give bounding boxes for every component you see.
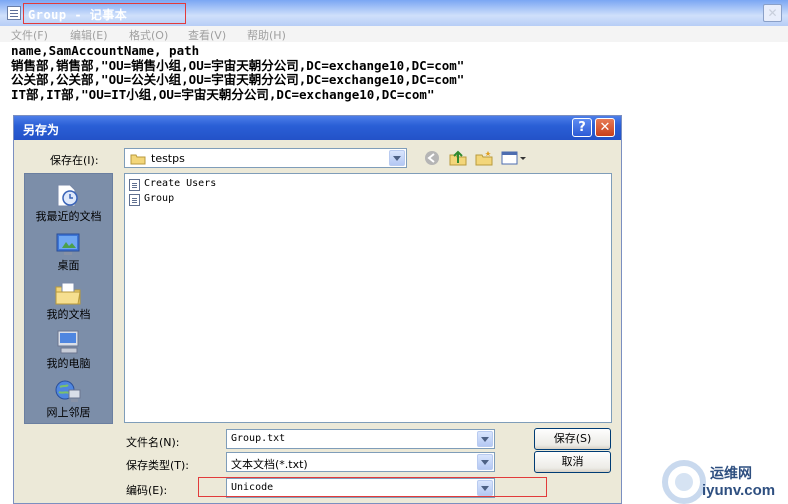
notepad-text-area[interactable]: name,SamAccountName, path 销售部,销售部,"OU=销售小… <box>11 43 465 102</box>
my-documents-icon <box>55 282 81 305</box>
watermark-url: iyunv.com <box>702 482 776 499</box>
notepad-menubar: 文件(F) 编辑(E) 格式(O) 查看(V) 帮助(H) <box>0 26 788 42</box>
watermark-logo-icon <box>662 460 706 504</box>
notepad-icon <box>7 6 21 20</box>
filetype-value: 文本文档(*.txt) <box>231 458 308 471</box>
save-in-value: testps <box>151 152 185 165</box>
cancel-button[interactable]: 取消 <box>534 451 611 473</box>
dialog-titlebar: 另存为 ? ✕ <box>14 116 621 140</box>
filename-value: Group.txt <box>231 433 286 444</box>
text-file-icon <box>129 179 140 191</box>
place-label: 网上邻居 <box>46 406 91 419</box>
recent-documents-icon <box>57 184 78 207</box>
help-button[interactable]: ? <box>572 118 592 137</box>
save-button[interactable]: 保存(S) <box>534 428 611 450</box>
encoding-label: 编码(E): <box>126 484 168 497</box>
place-my-computer[interactable]: 我的电脑 <box>25 325 112 373</box>
text-line: IT部,IT部,"OU=IT小组,OU=宇宙天朝分公司,DC=exchange1… <box>11 86 435 102</box>
my-computer-icon <box>57 330 79 354</box>
chevron-down-icon[interactable] <box>477 454 493 470</box>
back-icon[interactable] <box>423 150 441 166</box>
menu-view[interactable]: 查看(V) <box>188 27 226 43</box>
filename-input[interactable]: Group.txt <box>226 429 495 449</box>
filetype-label: 保存类型(T): <box>126 459 190 472</box>
watermark-brand: 运维网 <box>710 466 752 482</box>
notepad-close-button[interactable]: ✕ <box>763 4 782 22</box>
save-in-label: 保存在(I): <box>50 154 99 167</box>
place-my-documents[interactable]: 我的文档 <box>25 276 112 324</box>
file-name: Create Users <box>144 178 217 189</box>
file-name: Group <box>144 193 175 204</box>
network-places-icon <box>55 380 81 402</box>
title-highlight-annotation <box>23 3 186 24</box>
watermark: 运维网 iyunv.com <box>658 458 788 504</box>
places-bar: 我最近的文档 桌面 我的文档 我的电脑 网上邻居 <box>24 173 113 424</box>
filetype-dropdown[interactable]: 文本文档(*.txt) <box>226 452 495 472</box>
menu-file[interactable]: 文件(F) <box>11 27 48 43</box>
place-recent-documents[interactable]: 我最近的文档 <box>25 178 112 226</box>
dialog-close-button[interactable]: ✕ <box>595 118 615 137</box>
menu-format[interactable]: 格式(O) <box>129 27 168 43</box>
place-label: 我的文档 <box>46 308 91 321</box>
chevron-down-icon[interactable] <box>389 150 405 166</box>
file-list[interactable]: Create Users Group <box>124 173 612 423</box>
save-as-dialog: 另存为 ? ✕ 保存在(I): testps 我最近的文档 桌面 我的文档 我的… <box>13 115 622 504</box>
place-label: 桌面 <box>57 259 80 272</box>
text-line: 公关部,公关部,"OU=公关小组,OU=宇宙天朝分公司,DC=exchange1… <box>11 72 465 87</box>
menu-edit[interactable]: 编辑(E) <box>70 27 108 43</box>
desktop-icon <box>56 233 80 255</box>
text-line: name,SamAccountName, path <box>11 43 200 58</box>
chevron-down-icon[interactable] <box>477 431 493 447</box>
place-desktop[interactable]: 桌面 <box>25 227 112 275</box>
notepad-titlebar: Group - 记事本 ✕ <box>0 0 788 26</box>
view-menu-icon[interactable] <box>501 150 527 166</box>
new-folder-icon[interactable] <box>475 150 493 166</box>
text-file-icon <box>129 194 140 206</box>
place-label: 我的电脑 <box>46 357 91 370</box>
menu-help[interactable]: 帮助(H) <box>247 27 286 43</box>
up-folder-icon[interactable] <box>449 150 467 166</box>
encoding-highlight-annotation <box>198 477 547 497</box>
place-label: 我最近的文档 <box>35 210 102 223</box>
filename-label: 文件名(N): <box>126 436 180 449</box>
dialog-title: 另存为 <box>23 123 60 137</box>
folder-icon <box>130 154 146 165</box>
place-network[interactable]: 网上邻居 <box>25 374 112 422</box>
save-in-dropdown[interactable]: testps <box>124 148 407 168</box>
text-line: 销售部,销售部,"OU=销售小组,OU=宇宙天朝分公司,DC=exchange1… <box>11 57 465 73</box>
